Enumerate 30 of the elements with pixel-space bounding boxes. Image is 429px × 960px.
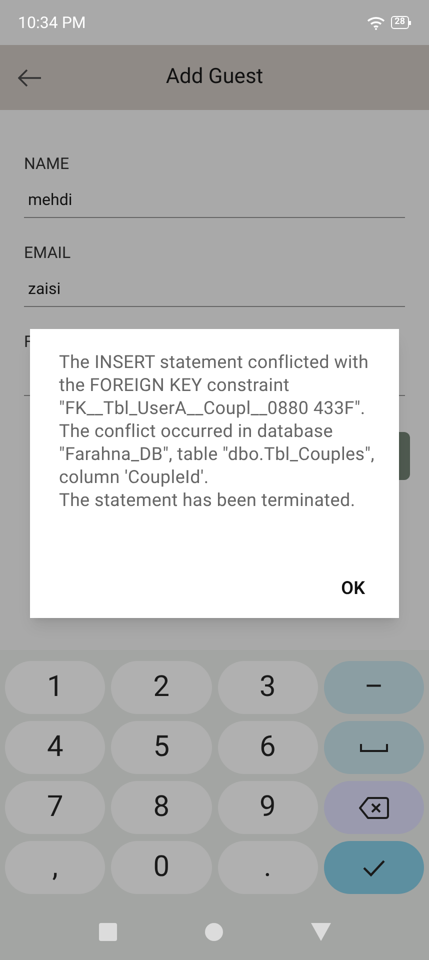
back-icon[interactable] [310, 923, 330, 941]
keyboard-key[interactable]: 7 [5, 781, 106, 834]
text-field[interactable]: mehdi [24, 182, 405, 218]
wifi-icon [366, 16, 385, 30]
back-arrow-icon[interactable] [18, 68, 42, 86]
keyboard-key[interactable]: , [5, 841, 106, 894]
field-label: NAME [24, 154, 70, 174]
keyboard-key[interactable]: 2 [111, 661, 212, 714]
keyboard-key[interactable]: 3 [218, 661, 318, 714]
keyboard-key[interactable]: 9 [218, 781, 318, 834]
check-icon [362, 858, 386, 876]
screen-title: Add Guest [166, 64, 264, 91]
ok-button[interactable]: OK [341, 575, 365, 602]
recent-apps-icon[interactable] [98, 923, 116, 941]
status-time: 10:34 PM [18, 12, 86, 34]
keyboard-key[interactable]: 4 [5, 721, 106, 774]
keyboard-key[interactable]: 1 [5, 661, 106, 714]
home-icon[interactable] [204, 923, 222, 941]
backspace-icon [358, 796, 389, 820]
keyboard-key[interactable]: 0 [111, 841, 212, 894]
keyboard-key[interactable]: 5 [111, 721, 212, 774]
keyboard-key[interactable]: 6 [218, 721, 318, 774]
field-label: EMAIL [24, 243, 72, 263]
error-message: The INSERT statement conflicted with the FOREIGN KEY constraint "FK__Tbl_UserA__Coupl__0880 433F". The conflict occurred in database "Farahna_DB", table "dbo.Tbl_Couples", column 'CoupleId'. The statement has been terminated. [59, 351, 376, 512]
keyboard-key[interactable]: – [324, 661, 424, 714]
keyboard-key[interactable]: 8 [111, 781, 212, 834]
keyboard-key[interactable]: . [218, 841, 318, 894]
battery-icon: 28 [390, 16, 411, 29]
space-icon [360, 742, 388, 752]
text-field[interactable]: zaisi [24, 271, 405, 307]
